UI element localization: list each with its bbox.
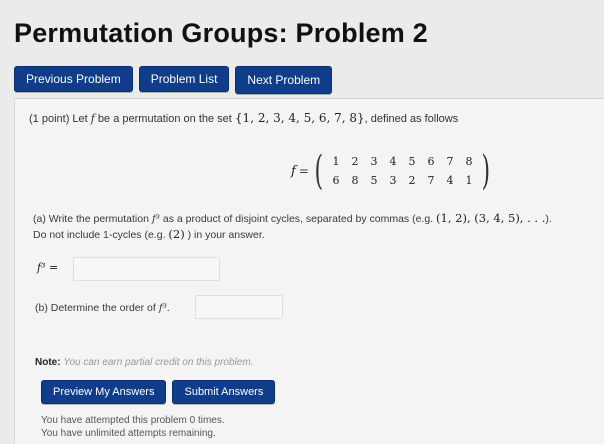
perm-bottom-2: 8: [351, 174, 359, 187]
problem-navigation: Previous Problem Problem List Next Probl…: [14, 66, 333, 94]
perm-bottom-3: 5: [370, 174, 378, 187]
part-a-line2-prefix: Do not include 1-cycles (e.g.: [33, 229, 166, 241]
permutation-matrix: 1234567868532741: [326, 155, 478, 187]
f-symbol: f: [90, 112, 95, 125]
part-a-answer-input[interactable]: [73, 257, 220, 281]
part-b-question: (b) Determine the order of f³.: [35, 302, 170, 314]
part-a-prefix: (a) Write the permutation: [33, 213, 149, 225]
attempt-status: You have attempted this problem 0 times.…: [41, 414, 225, 440]
problem-intro: (1 point) Let f be a permutation on the …: [29, 111, 458, 125]
perm-top-5: 5: [408, 155, 416, 168]
perm-bottom-4: 3: [389, 174, 397, 187]
perm-top-4: 4: [389, 155, 397, 168]
partial-credit-note: Note: You can earn partial credit on thi…: [35, 357, 253, 368]
set-notation: {1, 2, 3, 4, 5, 6, 7, 8}: [234, 111, 365, 125]
answer-actions: Preview My Answers Submit Answers: [41, 380, 276, 404]
perm-top-3: 3: [370, 155, 378, 168]
perm-top-8: 8: [465, 155, 473, 168]
intro-mid: be a permutation on the set: [97, 113, 232, 125]
perm-top-1: 1: [332, 155, 340, 168]
perm-name: f: [291, 163, 296, 179]
part-a-line2-end: ) in your answer.: [187, 229, 265, 241]
perm-equals: =: [298, 164, 309, 178]
perm-bottom-7: 4: [446, 174, 454, 187]
next-problem-button[interactable]: Next Problem: [235, 66, 333, 94]
note-text: You can earn partial credit on this prob…: [63, 357, 254, 368]
f-cubed-symbol: f³: [151, 213, 160, 225]
perm-bottom-5: 2: [408, 174, 416, 187]
points-label: (1 point): [29, 113, 70, 125]
right-paren: ): [481, 148, 491, 194]
f-cubed-symbol-b: f³: [158, 302, 167, 314]
perm-bottom-8: 1: [465, 174, 473, 187]
example-cycles: (1, 2), (3, 4, 5), . . .: [436, 211, 546, 225]
problem-panel: (1 point) Let f be a permutation on the …: [14, 98, 604, 444]
part-a-question: (a) Write the permutation f³ as a produc…: [33, 211, 552, 243]
part-a-line2: Do not include 1-cycles (e.g. (2) ) in y…: [33, 227, 552, 243]
example-one-cycle: (2): [168, 227, 185, 241]
attempts-remaining: You have unlimited attempts remaining.: [41, 428, 216, 439]
preview-answers-button[interactable]: Preview My Answers: [41, 380, 167, 404]
part-a-answer-label: f³ =: [37, 261, 59, 274]
intro-let: Let: [72, 113, 88, 125]
part-a-line1: (a) Write the permutation f³ as a produc…: [33, 211, 552, 227]
perm-top-7: 7: [446, 155, 454, 168]
part-a-mid: as a product of disjoint cycles, separat…: [162, 213, 434, 225]
note-label: Note:: [35, 357, 61, 368]
intro-after: , defined as follows: [364, 113, 459, 125]
part-b-prefix: (b) Determine the order of: [35, 302, 156, 314]
previous-problem-button[interactable]: Previous Problem: [14, 66, 133, 92]
left-paren: (: [314, 148, 323, 194]
perm-top-2: 2: [351, 155, 359, 168]
problem-list-button[interactable]: Problem List: [138, 66, 230, 92]
part-b-answer-input[interactable]: [195, 295, 283, 319]
perm-top-6: 6: [427, 155, 435, 168]
perm-bottom-6: 7: [427, 174, 435, 187]
page-title: Permutation Groups: Problem 2: [14, 18, 428, 48]
submit-answers-button[interactable]: Submit Answers: [172, 380, 276, 404]
part-b-end: .: [166, 302, 170, 314]
perm-bottom-1: 6: [332, 174, 340, 187]
part-a-end: ).: [545, 213, 552, 225]
permutation-definition: f = ( 1234567868532741 ): [291, 151, 494, 191]
attempts-made: You have attempted this problem 0 times.: [41, 415, 225, 426]
